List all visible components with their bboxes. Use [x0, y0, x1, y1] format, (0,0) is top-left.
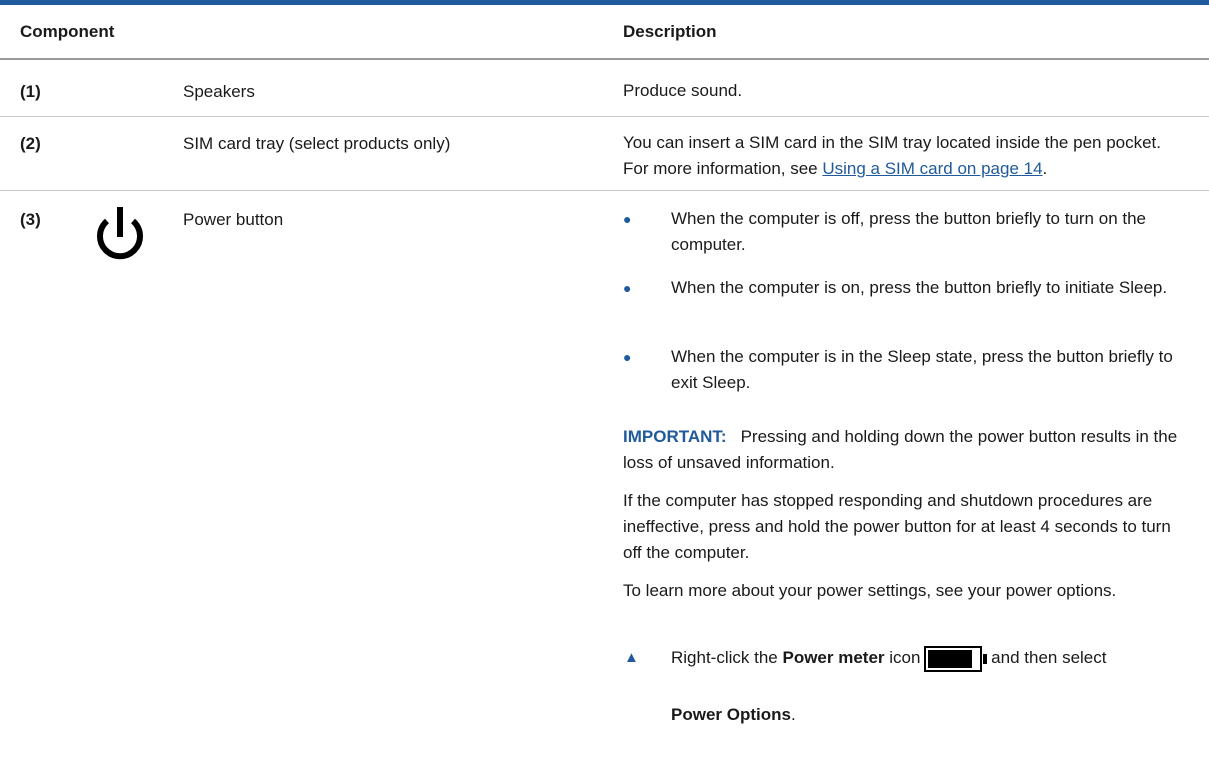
power-icon	[97, 207, 143, 260]
battery-icon	[924, 645, 988, 672]
power-options-label: Power Options	[671, 705, 791, 724]
top-rule	[0, 0, 1209, 5]
unresponsive-paragraph: If the computer has stopped responding a…	[623, 491, 1171, 562]
sim-card-link[interactable]: Using a SIM card on page 14	[822, 159, 1042, 178]
row-divider	[0, 116, 1209, 117]
bullet-dot-icon: ●	[623, 211, 632, 227]
row-2-component-name: SIM card tray (select products only)	[183, 134, 451, 153]
bullet-dot-icon: ●	[623, 349, 632, 365]
row-2-description: You can insert a SIM card in the SIM tra…	[623, 130, 1183, 182]
important-note: IMPORTANT: Pressing and holding down the …	[623, 424, 1183, 476]
column-header-component: Component	[20, 22, 115, 41]
power-settings-paragraph: To learn more about your power settings,…	[623, 581, 1117, 600]
power-options-step-cont: Power Options.	[671, 702, 1191, 728]
step-text: Right-click the	[671, 648, 783, 667]
row-3-component-name: Power button	[183, 210, 284, 229]
row-1-description: Produce sound.	[623, 81, 743, 100]
step-text: icon	[884, 648, 921, 667]
power-options-step: Right-click the Power meter icon and the…	[671, 645, 1201, 672]
bullet-item: When the computer is in the Sleep state,…	[671, 347, 1173, 392]
row-1-component-name: Speakers	[183, 82, 255, 101]
row-2-number: (2)	[20, 134, 41, 153]
bullet-item: When the computer is off, press the butt…	[671, 209, 1147, 254]
column-header-description: Description	[623, 22, 717, 41]
bullet-dot-icon: ●	[623, 280, 632, 296]
row-2-description-end: .	[1042, 159, 1048, 178]
step-triangle-icon: ▲	[624, 649, 639, 666]
bullet-item: When the computer is on, press the butto…	[671, 278, 1168, 297]
step-text: and then select	[986, 648, 1107, 667]
row-1-number: (1)	[20, 82, 41, 101]
row-divider	[0, 190, 1209, 191]
header-divider	[0, 58, 1209, 60]
row-3-number: (3)	[20, 210, 41, 229]
step-text: .	[790, 705, 796, 724]
important-label: IMPORTANT:	[623, 427, 727, 446]
power-meter-label: Power meter	[782, 648, 885, 667]
